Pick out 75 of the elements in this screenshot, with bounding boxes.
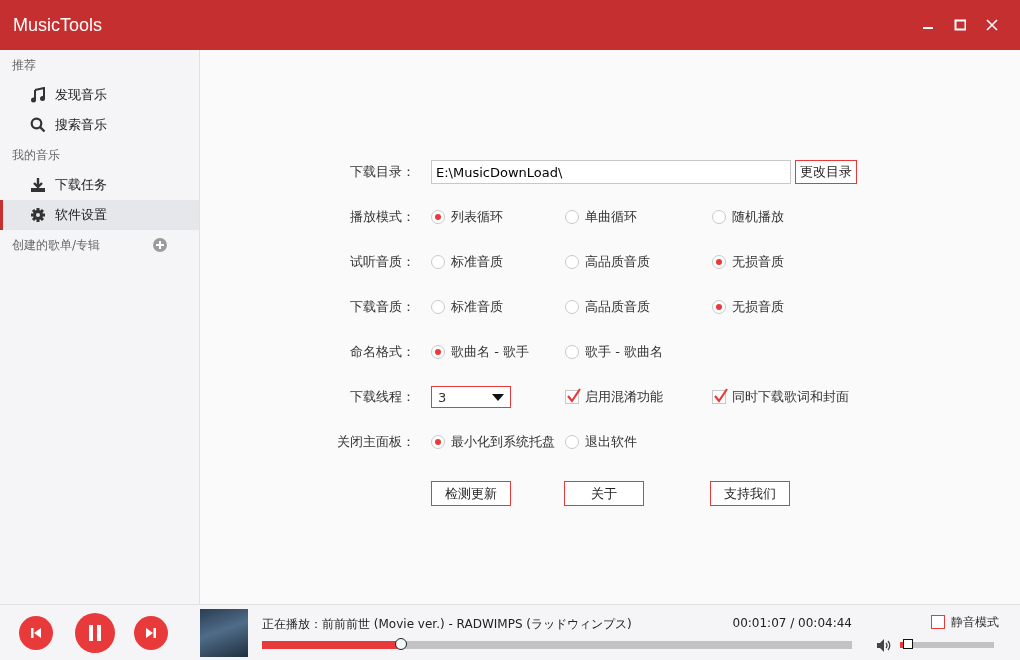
option-label: 单曲循环	[585, 208, 637, 226]
option-label: 随机播放	[732, 208, 784, 226]
skip-forward-icon	[145, 626, 157, 639]
radio-button[interactable]	[431, 210, 445, 224]
pause-icon	[88, 624, 102, 641]
add-icon[interactable]	[153, 238, 167, 252]
previous-button[interactable]	[19, 615, 53, 650]
radio-button[interactable]	[565, 435, 579, 449]
option-label: 标准音质	[451, 253, 503, 271]
radio-button[interactable]	[565, 210, 579, 224]
volume-track[interactable]	[900, 642, 994, 648]
option-label: 最小化到系统托盘	[451, 433, 555, 451]
radio-button[interactable]	[712, 255, 726, 269]
album-art-placeholder	[200, 608, 248, 657]
sidebar-item[interactable]: 搜索音乐	[0, 110, 199, 140]
field-label: 下载线程：	[349, 388, 415, 406]
speaker-icon[interactable]	[877, 638, 892, 652]
action-button[interactable]: 检测更新	[431, 481, 511, 506]
pause-button[interactable]	[75, 612, 115, 653]
window-title: MusicTools	[13, 14, 104, 36]
radio-button[interactable]	[565, 255, 579, 269]
skip-back-icon	[30, 626, 42, 639]
search-icon[interactable]	[30, 117, 46, 133]
playback-time: 00:01:07 / 00:04:44	[732, 616, 852, 632]
mute-label: 静音模式	[951, 613, 999, 631]
option-label: 列表循环	[451, 208, 503, 226]
option-label: 退出软件	[585, 433, 637, 451]
radio-button[interactable]	[431, 255, 445, 269]
field-label: 播放模式：	[349, 208, 415, 226]
radio-button[interactable]	[431, 435, 445, 449]
progress-handle[interactable]	[395, 638, 408, 650]
download-icon[interactable]	[30, 177, 46, 193]
maximize-icon[interactable]	[954, 19, 966, 31]
thread-dropdown[interactable]: 3	[431, 386, 511, 408]
section-heading: 推荐	[11, 56, 37, 74]
settings-icon[interactable]	[30, 207, 46, 223]
option-label: 无损音质	[732, 298, 784, 316]
action-button[interactable]: 支持我们	[710, 481, 790, 506]
now-playing-text: 正在播放：前前前世 (Movie ver.) - RADWIMPS (ラッドウィンプス)	[262, 616, 632, 633]
option-label: 无损音质	[732, 253, 784, 271]
mute-checkbox[interactable]	[931, 615, 945, 629]
next-button[interactable]	[134, 615, 168, 650]
radio-button[interactable]	[431, 345, 445, 359]
field-label: 命名格式：	[349, 343, 415, 361]
sidebar-item[interactable]: 下载任务	[0, 170, 199, 200]
radio-button[interactable]	[712, 300, 726, 314]
progress-track[interactable]	[262, 641, 852, 649]
radio-button[interactable]	[431, 300, 445, 314]
action-button[interactable]: 关于	[564, 481, 644, 506]
checkbox[interactable]	[565, 390, 579, 404]
checkbox[interactable]	[712, 390, 726, 404]
option-label: 标准音质	[451, 298, 503, 316]
option-label: 高品质音质	[585, 253, 650, 271]
field-label: 试听音质：	[349, 253, 415, 271]
option-label: 同时下载歌词和封面	[732, 388, 849, 406]
option-label: 歌手 - 歌曲名	[585, 343, 663, 361]
section-heading: 我的音乐	[11, 146, 61, 164]
option-label: 高品质音质	[585, 298, 650, 316]
change-folder-button[interactable]: 更改目录	[795, 160, 857, 184]
radio-button[interactable]	[565, 345, 579, 359]
sidebar-item[interactable]: 软件设置	[0, 200, 199, 230]
close-icon[interactable]	[986, 19, 998, 31]
music-note-icon[interactable]	[30, 87, 46, 103]
radio-button[interactable]	[565, 300, 579, 314]
section-heading: 创建的歌单/专辑	[12, 236, 102, 254]
radio-button[interactable]	[712, 210, 726, 224]
option-label: 歌曲名 - 歌手	[451, 343, 529, 361]
path-field[interactable]: E:\MusicDownLoad\	[431, 160, 791, 184]
field-label: 下载目录：	[349, 163, 415, 181]
sidebar-item[interactable]: 发现音乐	[0, 80, 199, 110]
caret-icon[interactable]	[492, 393, 504, 401]
field-label: 下载音质：	[349, 298, 415, 316]
option-label: 启用混淆功能	[585, 388, 663, 406]
volume-handle[interactable]	[903, 639, 914, 649]
field-label: 关闭主面板：	[336, 433, 415, 451]
